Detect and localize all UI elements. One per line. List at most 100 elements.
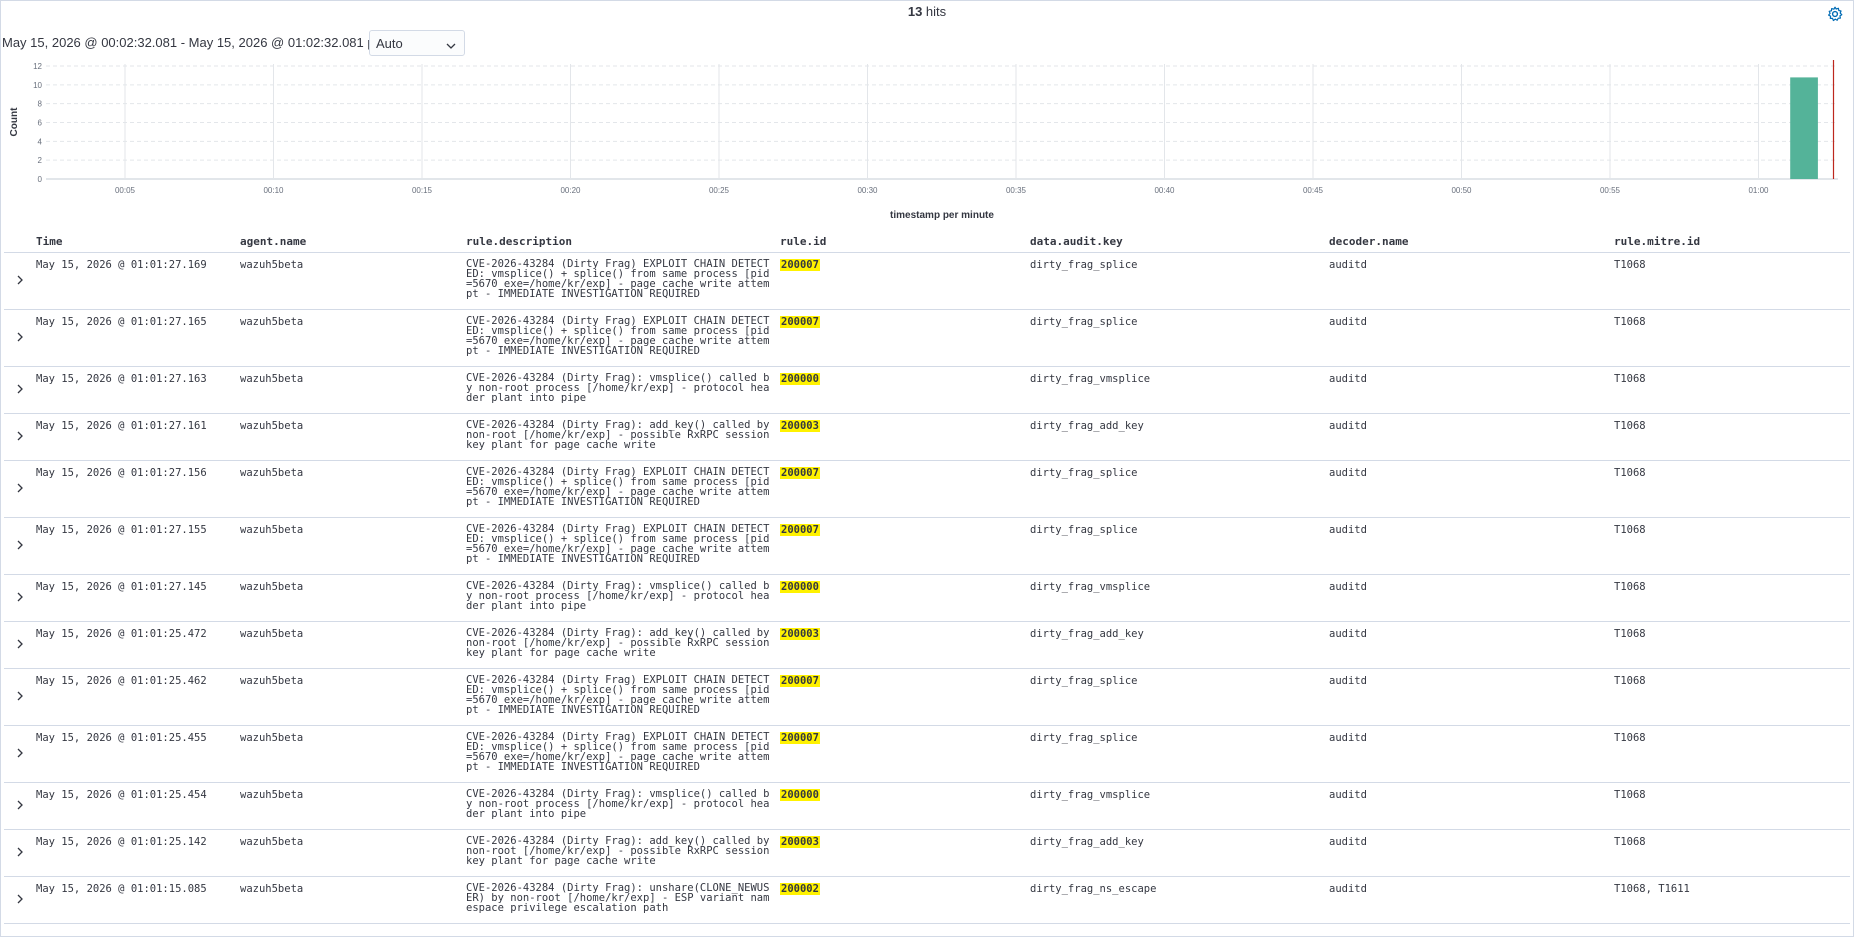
column-header-agent-name[interactable]: agent.name <box>240 230 466 253</box>
expand-row-toggle[interactable] <box>4 621 36 669</box>
rule-id-highlight: 200007 <box>780 259 820 271</box>
interval-select[interactable]: Auto <box>369 30 465 56</box>
expand-row-toggle[interactable] <box>4 460 36 518</box>
y-tick-label: 12 <box>33 62 42 71</box>
expand-row-toggle[interactable] <box>4 725 36 783</box>
gear-icon[interactable] <box>1827 6 1843 22</box>
chevron-right-icon <box>16 748 24 762</box>
expand-row-toggle[interactable] <box>4 829 36 877</box>
expand-row-toggle[interactable] <box>4 668 36 726</box>
table-row[interactable]: May 15, 2026 @ 01:01:27.165 wazuh5beta CVE… <box>4 309 1850 367</box>
rule-id-highlight: 200003 <box>780 420 820 432</box>
cell-time: May 15, 2026 @ 01:01:25.142 <box>36 829 240 877</box>
x-tick-label: 00:05 <box>115 186 136 195</box>
cell-agent-name: wazuh5beta <box>240 782 466 830</box>
cell-time: May 15, 2026 @ 01:01:27.155 <box>36 517 240 575</box>
cell-agent-name: wazuh5beta <box>240 574 466 622</box>
cell-time: May 15, 2026 @ 01:01:27.165 <box>36 309 240 367</box>
cell-decoder-name: auditd <box>1329 574 1614 622</box>
expand-column-header <box>4 230 36 253</box>
cell-decoder-name: auditd <box>1329 413 1614 461</box>
cell-data-audit-key: dirty_frag_add_key <box>1030 829 1329 877</box>
expand-row-toggle[interactable] <box>4 413 36 461</box>
cell-data-audit-key: dirty_frag_ns_escape <box>1030 876 1329 924</box>
cell-rule-id: 200002 <box>780 876 1030 924</box>
chevron-right-icon <box>16 691 24 705</box>
cell-agent-name: wazuh5beta <box>240 413 466 461</box>
cell-time: May 15, 2026 @ 01:01:27.161 <box>36 413 240 461</box>
time-range-label: May 15, 2026 @ 00:02:32.081 - May 15, 20… <box>2 35 387 50</box>
table-row[interactable]: May 15, 2026 @ 01:01:27.155 wazuh5beta CVE… <box>4 517 1850 575</box>
cell-rule-description: CVE-2026-43284 (Dirty Frag) EXPLOIT CHAI… <box>466 668 780 726</box>
chevron-right-icon <box>16 894 24 908</box>
chevron-down-icon <box>446 38 456 53</box>
table-row[interactable]: May 15, 2026 @ 01:01:25.142 wazuh5beta CVE… <box>4 829 1850 877</box>
cell-decoder-name: auditd <box>1329 668 1614 726</box>
cell-data-audit-key: dirty_frag_add_key <box>1030 621 1329 669</box>
cell-rule-mitre-id: T1068 <box>1614 309 1850 367</box>
column-header-rule-description[interactable]: rule.description <box>466 230 780 253</box>
x-tick-label: 00:55 <box>1600 186 1621 195</box>
expand-row-toggle[interactable] <box>4 366 36 414</box>
table-row[interactable]: May 15, 2026 @ 01:01:15.085 wazuh5beta CVE… <box>4 876 1850 924</box>
rule-description-text: CVE-2026-43284 (Dirty Frag): vmsplice() … <box>466 580 770 612</box>
rule-id-highlight: 200007 <box>780 316 820 328</box>
cell-agent-name: wazuh5beta <box>240 829 466 877</box>
rule-description-text: CVE-2026-43284 (Dirty Frag) EXPLOIT CHAI… <box>466 315 770 357</box>
table-row[interactable]: May 15, 2026 @ 01:01:25.455 wazuh5beta CVE… <box>4 725 1850 783</box>
cell-data-audit-key: dirty_frag_splice <box>1030 725 1329 783</box>
cell-rule-mitre-id: T1068, T1611 <box>1614 876 1850 924</box>
expand-row-toggle[interactable] <box>4 782 36 830</box>
histogram-chart: 0 2 4 6 8 10 12 00:05 00:10 00:15 00:20 00:25 00:30 0… <box>9 60 1838 221</box>
cell-decoder-name: auditd <box>1329 252 1614 310</box>
column-header-rule-mitre-id[interactable]: rule.mitre.id <box>1614 230 1850 253</box>
rule-description-text: CVE-2026-43284 (Dirty Frag): unshare(CLO… <box>466 882 770 914</box>
cell-rule-description: CVE-2026-43284 (Dirty Frag) EXPLOIT CHAI… <box>466 725 780 783</box>
rule-description-text: CVE-2026-43284 (Dirty Frag): add_key() c… <box>466 835 770 867</box>
cell-agent-name: wazuh5beta <box>240 252 466 310</box>
cell-rule-mitre-id: T1068 <box>1614 413 1850 461</box>
expand-row-toggle[interactable] <box>4 574 36 622</box>
cell-rule-mitre-id: T1068 <box>1614 668 1850 726</box>
table-row[interactable]: May 15, 2026 @ 01:01:27.161 wazuh5beta CVE… <box>4 413 1850 461</box>
rule-description-text: CVE-2026-43284 (Dirty Frag) EXPLOIT CHAI… <box>466 466 770 508</box>
cell-data-audit-key: dirty_frag_splice <box>1030 252 1329 310</box>
rule-description-text: CVE-2026-43284 (Dirty Frag): vmsplice() … <box>466 788 770 820</box>
x-axis-title: timestamp per minute <box>890 210 994 221</box>
table-row[interactable]: May 15, 2026 @ 01:01:27.156 wazuh5beta CVE… <box>4 460 1850 518</box>
expand-row-toggle[interactable] <box>4 252 36 310</box>
cell-rule-description: CVE-2026-43284 (Dirty Frag): vmsplice() … <box>466 366 780 414</box>
table-row[interactable]: May 15, 2026 @ 01:01:25.454 wazuh5beta CVE… <box>4 782 1850 830</box>
expand-row-toggle[interactable] <box>4 309 36 367</box>
table-row[interactable]: May 15, 2026 @ 01:01:25.472 wazuh5beta CVE… <box>4 621 1850 669</box>
cell-agent-name: wazuh5beta <box>240 309 466 367</box>
cell-rule-description: CVE-2026-43284 (Dirty Frag) EXPLOIT CHAI… <box>466 460 780 518</box>
cell-rule-id: 200007 <box>780 460 1030 518</box>
cell-decoder-name: auditd <box>1329 829 1614 877</box>
cell-data-audit-key: dirty_frag_vmsplice <box>1030 366 1329 414</box>
table-row[interactable]: May 15, 2026 @ 01:01:27.145 wazuh5beta CVE… <box>4 574 1850 622</box>
x-tick-label: 00:25 <box>709 186 730 195</box>
column-header-rule-id[interactable]: rule.id <box>780 230 1030 253</box>
hits-count: 13 <box>907 4 923 19</box>
chevron-right-icon <box>16 592 24 606</box>
y-tick-label: 4 <box>38 137 43 146</box>
column-header-decoder-name[interactable]: decoder.name <box>1329 230 1614 253</box>
hits-label: hits <box>922 4 947 19</box>
column-header-time[interactable]: Time <box>36 230 240 253</box>
cell-rule-id: 200007 <box>780 309 1030 367</box>
table-row[interactable]: May 15, 2026 @ 01:01:25.462 wazuh5beta CVE… <box>4 668 1850 726</box>
y-axis-title: Count <box>9 107 20 137</box>
x-tick-label: 00:10 <box>263 186 284 195</box>
expand-row-toggle[interactable] <box>4 517 36 575</box>
table-row[interactable]: May 15, 2026 @ 01:01:27.163 wazuh5beta CVE… <box>4 366 1850 414</box>
column-header-data-audit-key[interactable]: data.audit.key <box>1030 230 1329 253</box>
rule-id-highlight: 200003 <box>780 628 820 640</box>
rule-description-text: CVE-2026-43284 (Dirty Frag) EXPLOIT CHAI… <box>466 523 770 565</box>
rule-id-highlight: 200002 <box>780 883 820 895</box>
cell-rule-mitre-id: T1068 <box>1614 621 1850 669</box>
chevron-right-icon <box>16 332 24 346</box>
table-row[interactable]: May 15, 2026 @ 01:01:27.169 wazuh5beta CVE… <box>4 252 1850 310</box>
x-tick-label: 00:50 <box>1451 186 1472 195</box>
expand-row-toggle[interactable] <box>4 876 36 924</box>
